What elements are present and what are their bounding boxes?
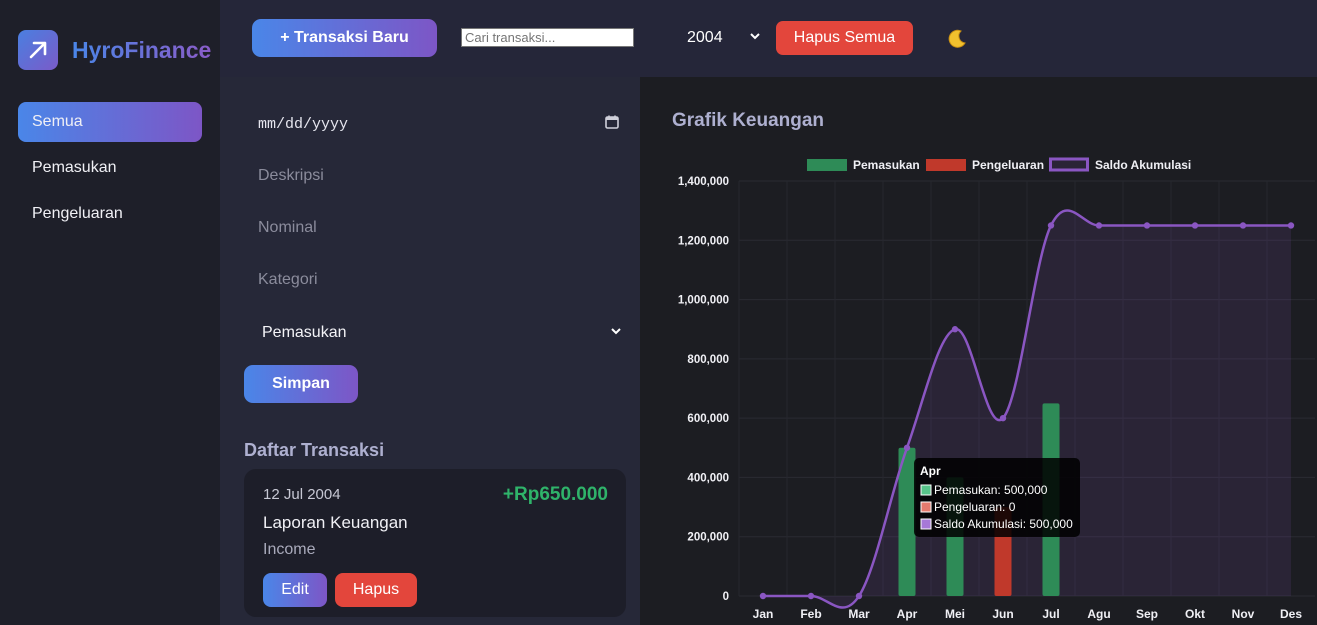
sidebar-item-label: Semua: [32, 113, 83, 130]
balance-point: [951, 326, 959, 333]
balance-point: [1239, 222, 1247, 229]
sidebar: HyroFinance Semua Pemasukan Pengeluaran: [0, 0, 220, 625]
sidebar-item-semua[interactable]: Semua: [18, 102, 202, 142]
edit-button[interactable]: Edit: [263, 573, 327, 607]
legend-label: Saldo Akumulasi: [1095, 158, 1191, 172]
x-tick-label: Mar: [848, 607, 870, 621]
transaction-form-panel: mm/dd/yyyy Deskripsi Nominal Kategori Pe…: [220, 77, 640, 625]
balance-point: [855, 592, 863, 600]
type-select[interactable]: Pemasukan: [262, 313, 628, 353]
x-tick-label: Des: [1280, 607, 1302, 621]
legend-label: Pemasukan: [853, 158, 920, 172]
x-tick-label: Jan: [753, 607, 774, 621]
date-placeholder: mm/dd/yyyy: [258, 115, 349, 133]
amount-placeholder: Nominal: [258, 219, 317, 236]
type-select-value: Pemasukan: [262, 324, 347, 341]
legend-swatch: [807, 159, 847, 171]
balance-point: [1143, 222, 1151, 229]
tooltip-line: Pengeluaran: 0: [934, 500, 1016, 514]
balance-point: [999, 414, 1007, 422]
year-select[interactable]: 2004: [667, 25, 761, 51]
tooltip-line: Saldo Akumulasi: 500,000: [934, 517, 1073, 531]
top-bar: + Transaksi Baru 2004 Hapus Semua: [220, 0, 1317, 77]
balance-point: [1095, 222, 1103, 229]
description-placeholder: Deskripsi: [258, 167, 324, 184]
x-tick-label: Okt: [1185, 607, 1205, 621]
transaction-category: Income: [263, 541, 316, 558]
date-field[interactable]: mm/dd/yyyy: [258, 104, 628, 144]
x-tick-label: Apr: [897, 607, 918, 621]
x-tick-label: Feb: [800, 607, 821, 621]
y-tick-label: 200,000: [687, 532, 729, 544]
finance-chart[interactable]: 1,400,000 1,200,000 1,000,000 800,000 600,00…: [640, 77, 1317, 625]
search-input[interactable]: [461, 28, 634, 47]
balance-point: [1287, 222, 1295, 229]
sidebar-item-pengeluaran[interactable]: Pengeluaran: [18, 194, 202, 234]
sidebar-item-label: Pemasukan: [32, 159, 117, 176]
sidebar-item-pemasukan[interactable]: Pemasukan: [18, 148, 202, 188]
trend-arrow-icon: [18, 30, 58, 70]
category-placeholder: Kategori: [258, 271, 318, 288]
y-tick-label: 600,000: [687, 413, 729, 425]
chevron-down-icon: [749, 29, 761, 47]
x-tick-label: Sep: [1136, 607, 1158, 621]
transaction-description: Laporan Keuangan: [263, 513, 408, 532]
balance-point: [1191, 222, 1199, 229]
x-tick-label: Jul: [1042, 607, 1059, 621]
chart-panel: Grafik Keuangan 1,400,000 1,200,000 1,000,…: [640, 77, 1317, 625]
transaction-amount: +Rp650.000: [502, 484, 608, 505]
tooltip-title: Apr: [920, 464, 941, 478]
app-name: HyroFinance: [72, 36, 212, 63]
x-tick-label: Jun: [992, 607, 1013, 621]
calendar-icon[interactable]: [604, 114, 620, 135]
transaction-card: 12 Jul 2004 +Rp650.000 Laporan Keuangan …: [244, 469, 626, 617]
brand[interactable]: HyroFinance: [18, 30, 211, 70]
sidebar-nav: Semua Pemasukan Pengeluaran: [18, 102, 202, 240]
x-tick-label: Nov: [1232, 607, 1255, 621]
tooltip-line: Pemasukan: 500,000: [934, 483, 1048, 497]
y-tick-label: 800,000: [687, 354, 729, 366]
transactions-title: Daftar Transaksi: [244, 440, 385, 460]
amount-field[interactable]: Nominal: [258, 208, 628, 248]
clear-all-button[interactable]: Hapus Semua: [776, 21, 913, 55]
balance-point: [903, 444, 911, 451]
new-transaction-button[interactable]: + Transaksi Baru: [252, 19, 437, 57]
tooltip-swatch: [920, 484, 932, 496]
transaction-date: 12 Jul 2004: [263, 486, 341, 503]
category-field[interactable]: Kategori: [258, 260, 628, 300]
tooltip-swatch: [920, 501, 932, 513]
chevron-down-icon: [610, 324, 622, 342]
x-tick-label: Agu: [1087, 607, 1110, 621]
description-field[interactable]: Deskripsi: [258, 156, 628, 196]
legend-label: Pengeluaran: [972, 158, 1044, 172]
x-tick-label: Mei: [945, 607, 965, 621]
legend-swatch: [1049, 157, 1089, 172]
moon-icon[interactable]: [944, 26, 970, 52]
year-select-value: 2004: [687, 29, 723, 46]
y-tick-label: 1,000,000: [678, 295, 729, 307]
y-tick-label: 400,000: [687, 472, 729, 484]
tooltip-swatch: [920, 518, 932, 530]
y-tick-label: 1,200,000: [678, 235, 729, 247]
balance-point: [1047, 222, 1055, 229]
legend-swatch: [926, 159, 966, 171]
balance-point: [807, 592, 815, 600]
sidebar-item-label: Pengeluaran: [32, 205, 123, 222]
balance-point: [759, 592, 767, 600]
delete-button[interactable]: Hapus: [335, 573, 417, 607]
y-tick-label: 0: [723, 591, 729, 603]
y-tick-label: 1,400,000: [678, 176, 729, 188]
save-button[interactable]: Simpan: [244, 365, 358, 403]
